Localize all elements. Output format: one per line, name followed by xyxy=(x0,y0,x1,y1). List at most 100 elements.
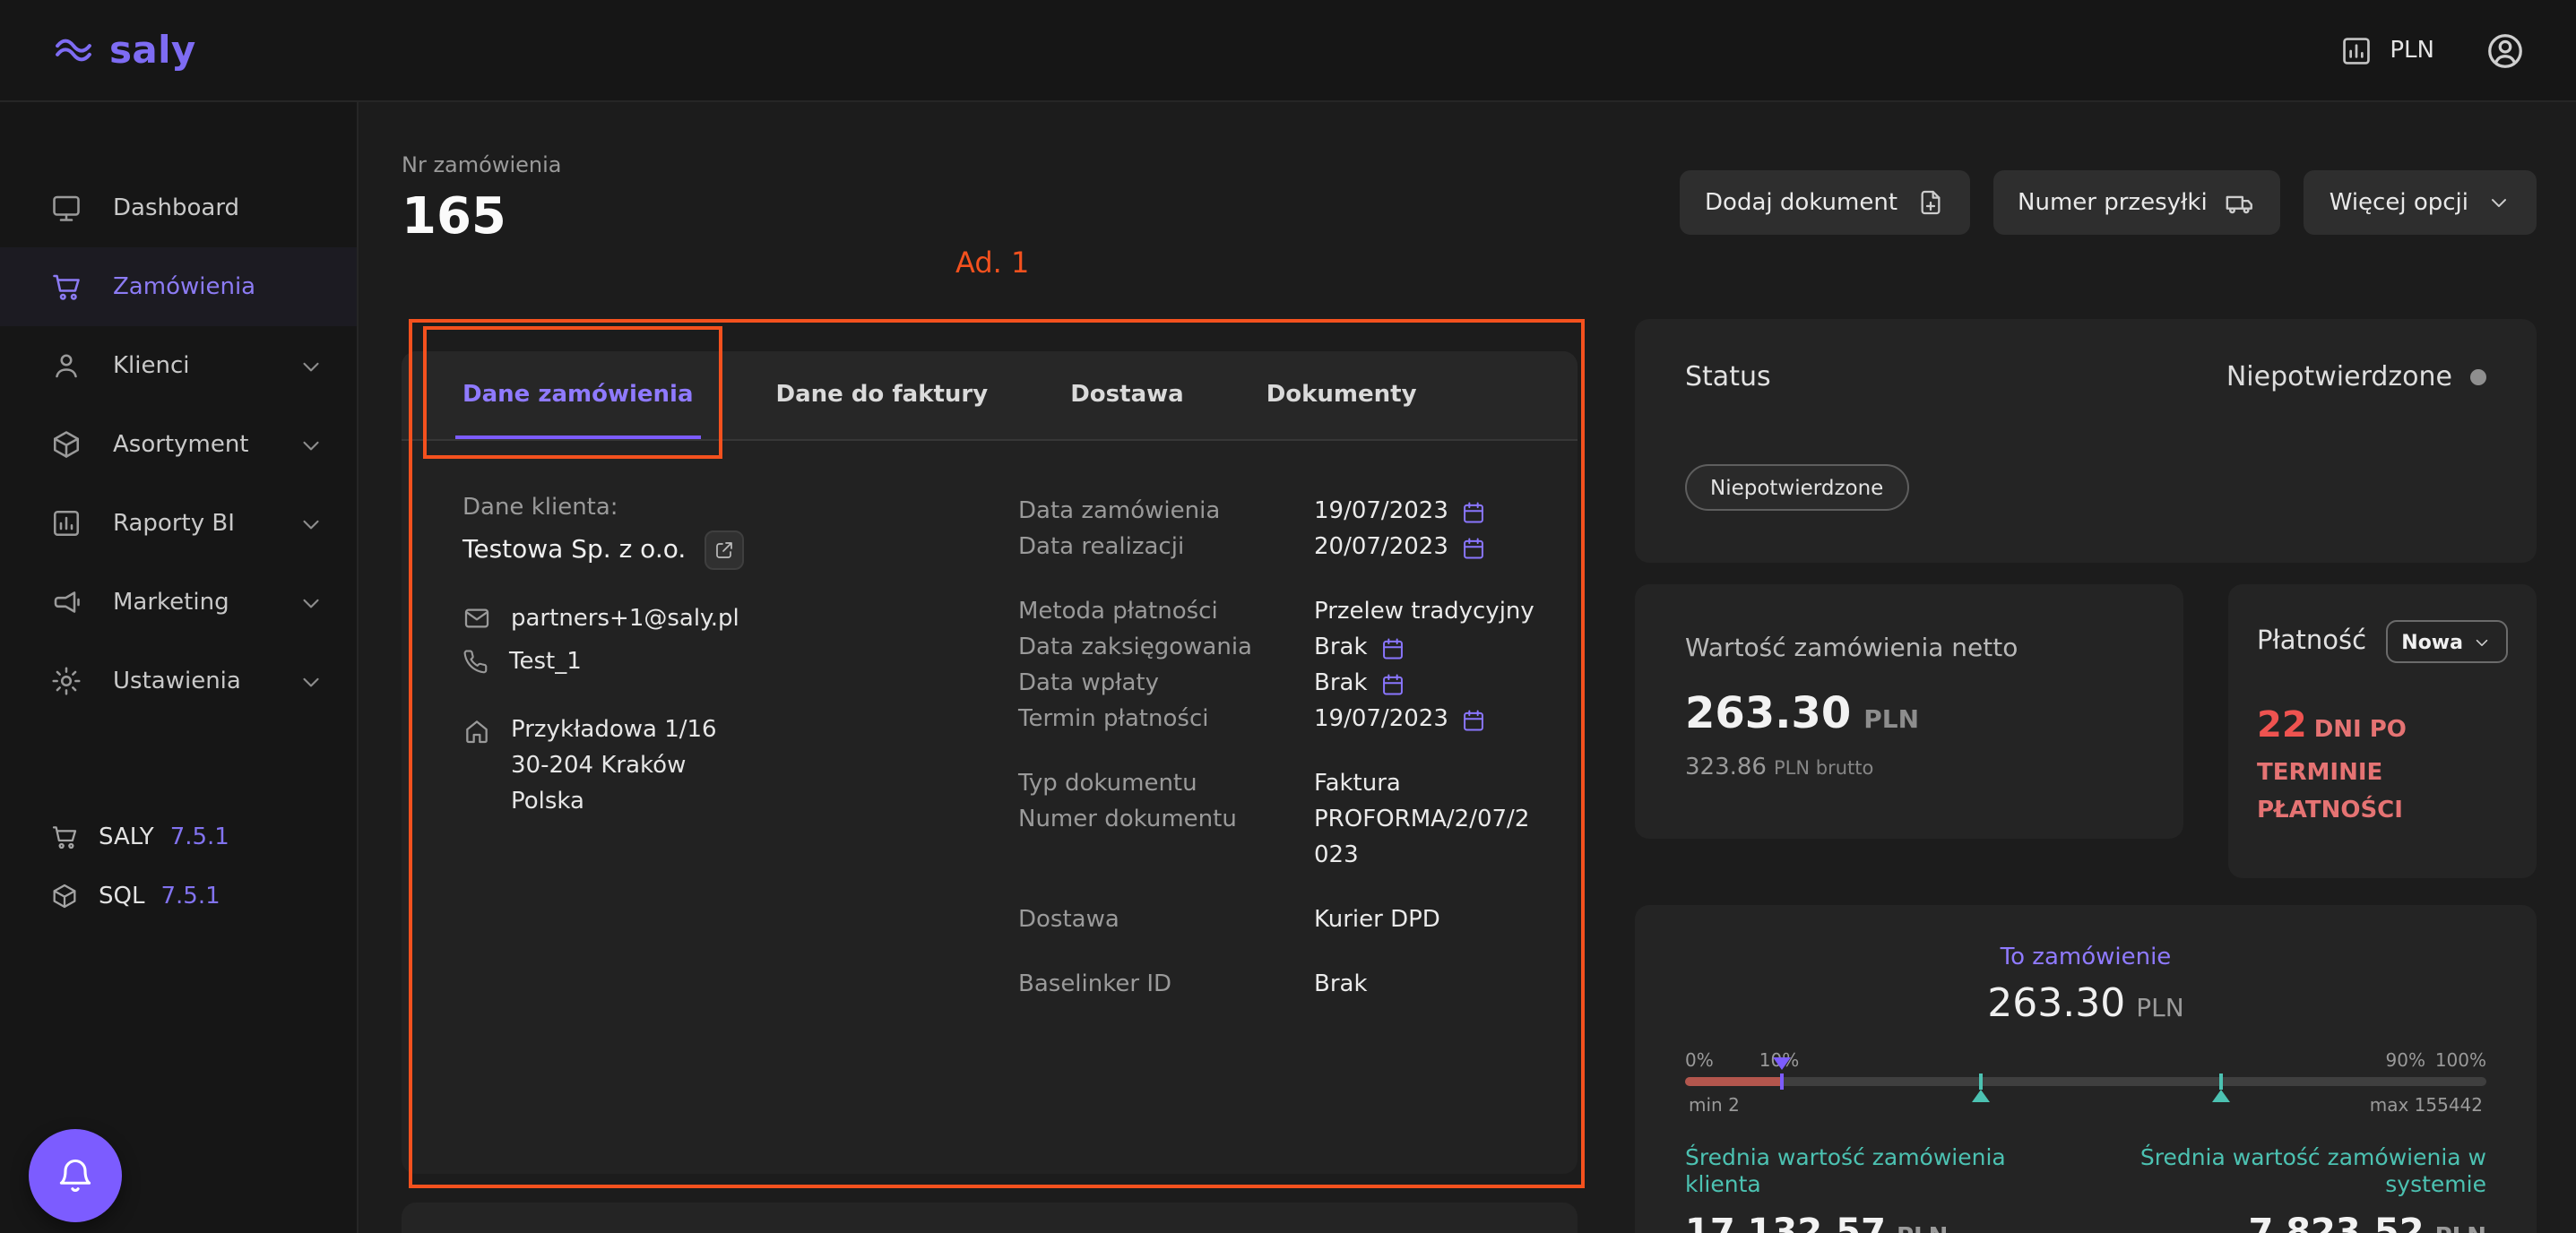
sidebar-item-bi-reports[interactable]: Raporty BI xyxy=(0,484,357,563)
system-avg-tick xyxy=(1980,1073,1984,1090)
calendar-icon[interactable] xyxy=(1380,672,1405,697)
gear-icon xyxy=(50,665,82,697)
notifications-fab[interactable] xyxy=(29,1129,122,1222)
bell-icon xyxy=(56,1156,95,1195)
field-order-date: Data zamówienia 19/07/2023 xyxy=(1018,495,1543,530)
gross-value: 323.86PLN brutto xyxy=(1685,754,2133,781)
overdue-days: 22 xyxy=(2257,703,2307,746)
chevron-down-icon xyxy=(298,589,324,616)
document-add-icon xyxy=(1915,188,1944,217)
client-phone: Test_1 xyxy=(509,649,582,676)
saly-version-row: SALY 7.5.1 xyxy=(50,814,357,860)
main-content: Nr zamówienia 165 Dodaj dokument Numer p… xyxy=(359,102,2576,1233)
field-document-number: Numer dokumentu PROFORMA/2/07/2023 xyxy=(1018,803,1543,875)
sidebar-item-label: Zamówienia xyxy=(113,273,255,300)
order-header: Nr zamówienia 165 xyxy=(402,152,561,246)
this-order-label: To zamówienie xyxy=(1685,944,2486,971)
sidebar-item-settings[interactable]: Ustawienia xyxy=(0,642,357,720)
field-document-type: Typ dokumentu Faktura xyxy=(1018,767,1543,803)
brand-logo[interactable]: saly xyxy=(50,29,196,72)
sql-version-row: SQL 7.5.1 xyxy=(50,873,357,919)
system-average-value: 7 823.52PLN xyxy=(2062,1210,2486,1233)
client-average-value: 17 132.57PLN xyxy=(1685,1210,2062,1233)
client-address-row: Przykładowa 1/16 30-204 Kraków Polska xyxy=(462,713,1018,821)
sidebar-item-clients[interactable]: Klienci xyxy=(0,326,357,405)
calendar-icon[interactable] xyxy=(1461,708,1486,733)
system-average-block: Średnia wartość zamówienia w systemie 7 … xyxy=(2062,1143,2486,1233)
client-average-block: Średnia wartość zamówienia klienta 17 13… xyxy=(1685,1143,2062,1233)
person-icon xyxy=(50,349,82,382)
gauge-track xyxy=(1685,1077,2486,1086)
this-order-amount: 263.30PLN xyxy=(1685,982,2486,1027)
chevron-down-icon xyxy=(298,352,324,379)
client-info: Dane klienta: Testowa Sp. z o.o. partner… xyxy=(462,495,1018,1032)
sidebar-item-assortment[interactable]: Asortyment xyxy=(0,405,357,484)
account-menu-button[interactable] xyxy=(2485,30,2526,71)
field-payment-method: Metoda płatności Przelew tradycyjny xyxy=(1018,595,1543,631)
tab-invoice-data[interactable]: Dane do faktury xyxy=(776,351,989,439)
saly-version-label: SALY xyxy=(99,823,154,850)
chevron-down-icon xyxy=(298,510,324,537)
more-options-label: Więcej opcji xyxy=(2330,189,2468,216)
box-icon xyxy=(50,428,82,461)
client-average-label: Średnia wartość zamówienia klienta xyxy=(1685,1143,2062,1197)
order-number-value: 165 xyxy=(402,186,561,246)
right-column: Status Niepotwierdzone Niepotwierdzone W… xyxy=(1635,319,2537,1233)
order-details-card: Dane zamówienia Dane do faktury Dostawa … xyxy=(402,351,1578,1174)
field-delivery: Dostawa Kurier DPD xyxy=(1018,903,1543,939)
more-options-button[interactable]: Więcej opcji xyxy=(2304,170,2537,235)
client-address-line2: 30-204 Kraków xyxy=(511,749,717,785)
payment-status-dropdown[interactable]: Nowa xyxy=(2385,620,2508,663)
order-value-gauge-card: To zamówienie 263.30PLN 0% 10% 90% 100% xyxy=(1635,905,2537,1233)
overdue-warning: 22DNI PO TERMINIE PŁATNOŚCI xyxy=(2257,695,2508,832)
status-dot-icon xyxy=(2470,368,2486,384)
sidebar-item-label: Klienci xyxy=(113,352,190,379)
truck-icon xyxy=(2226,187,2256,218)
client-address-line3: Polska xyxy=(511,785,717,821)
order-tick xyxy=(1779,1073,1783,1090)
client-address-line1: Przykładowa 1/16 xyxy=(511,713,717,749)
open-client-button[interactable] xyxy=(704,530,743,570)
calendar-icon[interactable] xyxy=(1380,636,1405,661)
order-fields: Data zamówienia 19/07/2023 Data realizac… xyxy=(1018,495,1543,1032)
sidebar-item-label: Dashboard xyxy=(113,194,239,221)
status-chip[interactable]: Niepotwierdzone xyxy=(1685,464,1908,511)
net-value-amount: 263.30PLN xyxy=(1685,688,2133,738)
tab-order-data[interactable]: Dane zamówienia xyxy=(462,351,694,439)
calendar-icon[interactable] xyxy=(1461,536,1486,561)
system-avg-marker-icon xyxy=(1973,1090,1991,1102)
sidebar-item-orders[interactable]: Zamówienia xyxy=(0,247,357,326)
brand-name: saly xyxy=(109,29,196,72)
currency-label: PLN xyxy=(2390,37,2434,64)
sidebar-item-label: Asortyment xyxy=(113,431,249,458)
scale-90: 90% xyxy=(2386,1052,2425,1072)
calendar-icon[interactable] xyxy=(1461,500,1486,525)
payment-card: Płatność Nowa 22DNI PO TERMINIE PŁATNOŚC… xyxy=(2228,584,2537,878)
chevron-down-icon xyxy=(298,668,324,694)
order-details-body: Dane klienta: Testowa Sp. z o.o. partner… xyxy=(402,441,1578,1032)
cube-icon xyxy=(50,882,79,910)
order-marker-icon xyxy=(1772,1057,1790,1070)
currency-suffix: PLN xyxy=(1863,706,1919,735)
client-avg-tick xyxy=(2220,1073,2224,1090)
field-payment-deadline: Termin płatności 19/07/2023 xyxy=(1018,703,1543,738)
sidebar-item-marketing[interactable]: Marketing xyxy=(0,563,357,642)
gauge-red-segment xyxy=(1685,1077,1781,1086)
sidebar-item-label: Ustawienia xyxy=(113,668,241,694)
client-avg-marker-icon xyxy=(2213,1090,2231,1102)
chevron-down-icon xyxy=(298,431,324,458)
saly-version-number: 7.5.1 xyxy=(170,823,229,850)
currency-selector[interactable]: PLN xyxy=(2339,33,2434,67)
client-data-label: Dane klienta: xyxy=(462,495,1018,522)
sidebar-nav: Dashboard Zamówienia Klienci Asortyment … xyxy=(0,168,357,720)
net-value-card: Wartość zamówienia netto 263.30PLN 323.8… xyxy=(1635,584,2183,839)
tab-documents[interactable]: Dokumenty xyxy=(1266,351,1417,439)
phone-icon xyxy=(462,649,489,676)
tab-delivery[interactable]: Dostawa xyxy=(1070,351,1183,439)
shipping-number-button[interactable]: Numer przesyłki xyxy=(1993,170,2281,235)
add-document-button[interactable]: Dodaj dokument xyxy=(1680,170,1969,235)
net-value-title: Wartość zamówienia netto xyxy=(1685,634,2133,663)
sidebar-item-dashboard[interactable]: Dashboard xyxy=(0,168,357,247)
chevron-down-icon xyxy=(2472,632,2492,651)
client-phone-row: Test_1 xyxy=(462,649,1018,676)
